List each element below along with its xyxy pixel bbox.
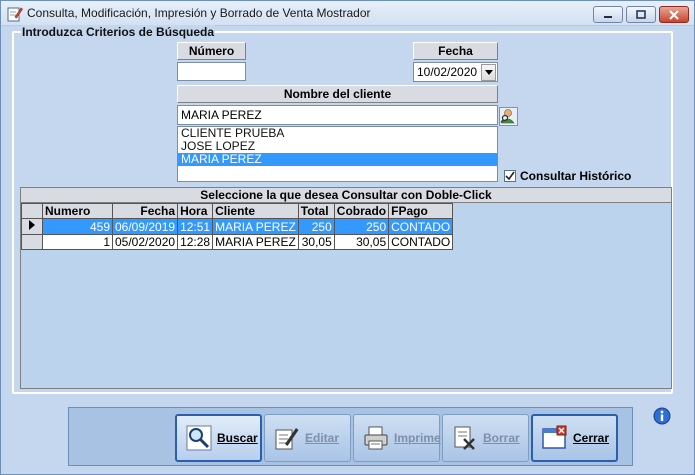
historico-checkbox-row[interactable]: Consultar Histórico (504, 169, 631, 183)
cell-fpago: CONTADO (388, 218, 454, 235)
fecha-dropdown-button[interactable] (481, 64, 496, 81)
table-header-row: Numero Fecha Hora Cliente Total Cobrado … (21, 203, 454, 219)
cell-fecha: 06/09/2019 (111, 218, 179, 235)
edit-icon (275, 428, 299, 450)
row-indicator-header (21, 203, 43, 219)
close-icon (669, 9, 679, 20)
minimize-icon (604, 15, 612, 18)
fecha-value: 10/02/2020 (417, 65, 478, 79)
grid-title: Seleccione la que desea Consultar con Do… (21, 188, 671, 203)
info-icon[interactable] (653, 407, 671, 425)
buscar-label: Buscar (217, 431, 258, 445)
editar-button[interactable]: Editar (264, 414, 351, 462)
cell-fecha: 05/02/2020 (111, 234, 179, 250)
main-window: Consulta, Modificación, Impresión y Borr… (0, 0, 695, 475)
current-row-arrow-icon (29, 220, 35, 230)
cell-hora: 12:28 (177, 234, 214, 250)
numero-input[interactable] (177, 62, 246, 81)
col-fecha[interactable]: Fecha (111, 203, 179, 219)
historico-checkbox[interactable] (504, 170, 516, 182)
cliente-input[interactable]: MARIA PEREZ (177, 105, 498, 125)
client-listbox[interactable]: CLIENTE PRUEBA JOSE LOPEZ MARIA PEREZ (177, 126, 498, 182)
cerrar-button[interactable]: Cerrar (531, 414, 618, 462)
cell-total: 250 (297, 218, 335, 235)
printer-icon (364, 426, 388, 450)
row-indicator (21, 218, 43, 235)
cell-cobrado: 250 (333, 218, 390, 235)
fecha-label: Fecha (413, 42, 498, 60)
imprime-label: Imprime (394, 431, 441, 445)
search-criteria-legend: Introduzca Criterios de Búsqueda (21, 25, 216, 39)
results-grid[interactable]: Seleccione la que desea Consultar con Do… (20, 187, 672, 389)
row-indicator (21, 234, 43, 250)
minimize-button[interactable] (593, 6, 623, 23)
borrar-label: Borrar (483, 431, 520, 445)
col-cobrado[interactable]: Cobrado (333, 203, 390, 219)
col-fpago[interactable]: FPago (388, 203, 454, 219)
close-window-button[interactable] (659, 6, 689, 23)
col-cliente[interactable]: Cliente (212, 203, 299, 219)
cerrar-label: Cerrar (573, 431, 610, 445)
cell-cliente: MARIA PEREZ (212, 234, 299, 250)
historico-label: Consultar Histórico (520, 169, 632, 183)
client-search-button[interactable] (499, 107, 518, 126)
table-row[interactable]: 1 05/02/2020 12:28 MARIA PEREZ 30,05 30,… (21, 234, 454, 250)
col-hora[interactable]: Hora (177, 203, 214, 219)
cell-cobrado: 30,05 (333, 234, 390, 250)
editar-label: Editar (305, 431, 340, 445)
edit-document-icon (7, 7, 23, 22)
col-total[interactable]: Total (297, 203, 335, 219)
checkmark-icon (505, 171, 515, 181)
cell-cliente: MARIA PEREZ (212, 218, 299, 235)
cell-total: 30,05 (297, 234, 335, 250)
borrar-button[interactable]: Borrar (442, 414, 529, 462)
buscar-button[interactable]: Buscar (175, 414, 262, 462)
cell-numero: 459 (42, 218, 113, 235)
cell-fpago: CONTADO (388, 234, 454, 250)
numero-label: Número (177, 42, 246, 60)
imprime-button[interactable]: Imprime (353, 414, 441, 462)
title-bar[interactable]: Consulta, Modificación, Impresión y Borr… (1, 1, 694, 26)
results-table: Numero Fecha Hora Cliente Total Cobrado … (21, 203, 454, 250)
cell-hora: 12:51 (177, 218, 214, 235)
close-window-icon (542, 425, 567, 449)
table-row[interactable]: 459 06/09/2019 12:51 MARIA PEREZ 250 250… (21, 218, 454, 235)
cell-numero: 1 (42, 234, 113, 250)
cliente-label: Nombre del cliente (177, 85, 498, 103)
list-item-selected[interactable]: MARIA PEREZ (178, 153, 497, 166)
window-title: Consulta, Modificación, Impresión y Borr… (27, 6, 371, 20)
maximize-icon (636, 10, 646, 19)
person-search-icon (499, 107, 518, 126)
delete-document-icon (454, 426, 475, 450)
chevron-down-icon (484, 70, 493, 75)
fecha-combo[interactable]: 10/02/2020 (413, 62, 498, 82)
maximize-button[interactable] (626, 6, 656, 23)
magnifier-icon (186, 425, 212, 451)
col-numero[interactable]: Numero (42, 203, 113, 219)
